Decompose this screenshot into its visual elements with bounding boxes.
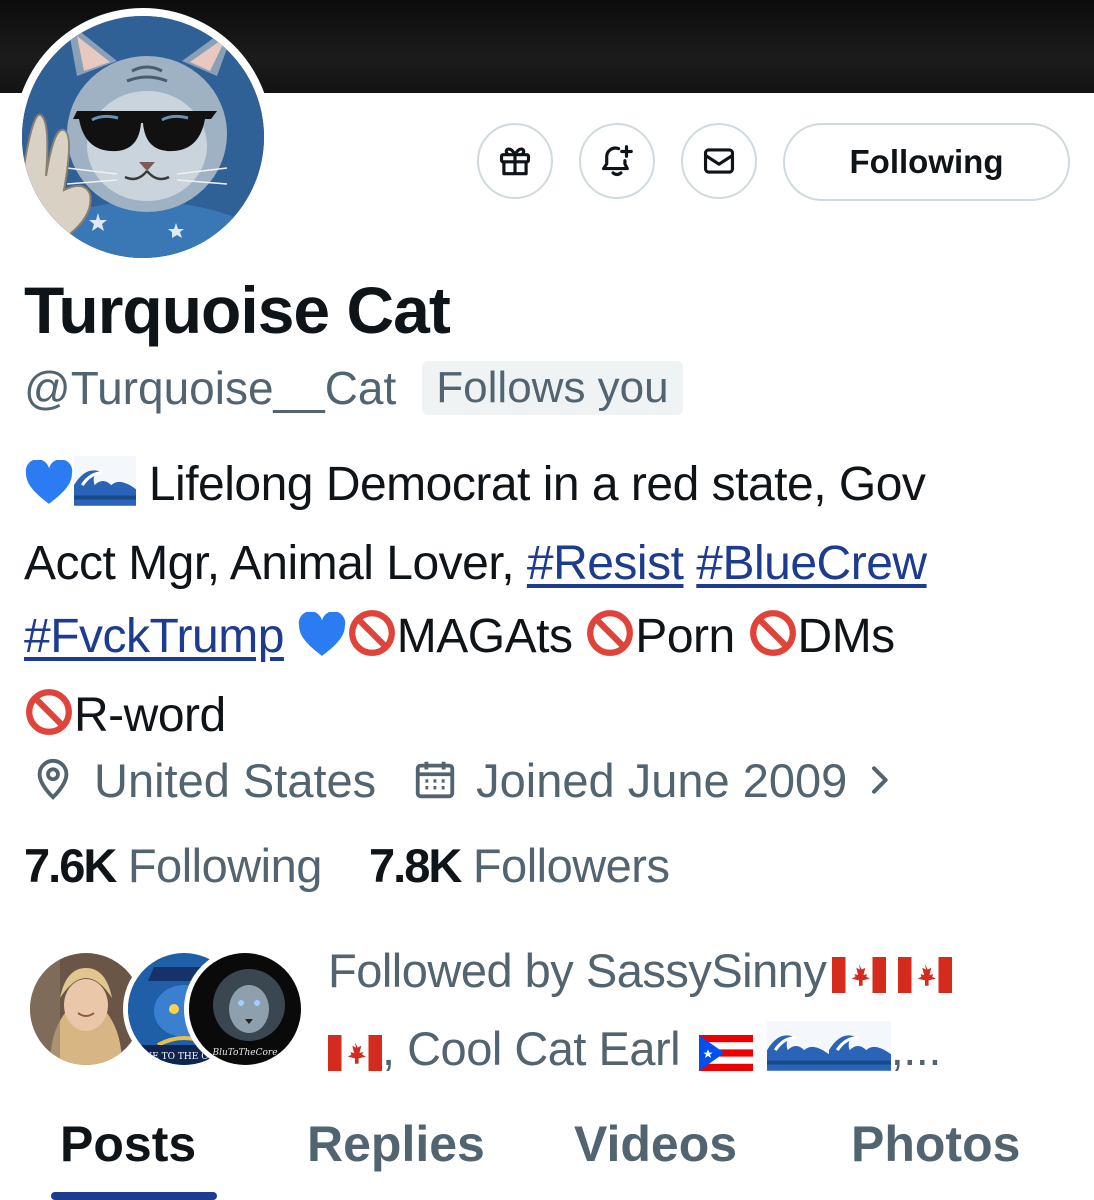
display-name: Turquoise Cat [24, 273, 451, 347]
lion-avatar: BluToTheCore [189, 953, 301, 1065]
bio-line-1: Lifelong Democrat in a red state, Gov [24, 448, 1084, 527]
followers-label: Followers [460, 839, 670, 892]
profile-tabs: Posts Replies Videos Photos [0, 1105, 1094, 1200]
location-text: United States [94, 753, 377, 807]
hashtag-fvcktrump-link[interactable]: #FvckTrump [24, 610, 284, 663]
prohibited-icon [585, 606, 635, 679]
followers-count: 7.8K [369, 839, 462, 892]
tab-replies[interactable]: Replies [307, 1115, 485, 1173]
follow-stats: 7.6K Following 7.8K Followers [24, 838, 670, 893]
canada-flag-icon [832, 941, 887, 1013]
followed-by-names: Followed by SassySinny [328, 944, 827, 997]
wave-icon [74, 454, 136, 527]
bio-line-2: Acct Mgr, Animal Lover, #Resist #BlueCre… [24, 527, 1084, 600]
followed-by-ellipsis: ,... [890, 1022, 942, 1075]
tab-posts[interactable]: Posts [60, 1115, 196, 1173]
gift-button[interactable] [477, 123, 553, 199]
blue-heart-icon [297, 606, 347, 679]
calendar-icon [416, 761, 455, 799]
following-stat[interactable]: 7.6K Following [24, 839, 322, 892]
avatar-caption: BluToTheCore [211, 1048, 277, 1058]
following-button[interactable]: Following [783, 123, 1070, 201]
canada-flag-icon [328, 1019, 382, 1091]
blue-heart-icon [24, 454, 74, 527]
active-tab-indicator [51, 1192, 217, 1200]
follows-you-badge: Follows you [422, 361, 683, 415]
bio-item-porn: Porn [635, 610, 748, 663]
followed-by-text[interactable]: Followed by SassySinny , Cool Cat Earl ,… [328, 935, 1088, 1091]
chevron-right-icon[interactable] [859, 760, 899, 800]
following-count: 7.6K [24, 839, 117, 892]
handle-row: @Turquoise__Cat Follows you [24, 358, 683, 418]
following-label: Following [115, 839, 323, 892]
bio-line-3: #FvckTrump MAGAts Porn DMs [24, 600, 1084, 679]
joined-date[interactable]: Joined June 2009 [476, 753, 847, 808]
message-envelope-icon [703, 148, 735, 174]
bio-text-2: Acct Mgr, Animal Lover, [24, 537, 527, 590]
profile-bio: Lifelong Democrat in a red state, Gov Ac… [24, 448, 1084, 758]
prohibited-icon [748, 606, 798, 679]
tab-videos[interactable]: Videos [574, 1115, 737, 1173]
followed-by-line-2: , Cool Cat Earl ,... [328, 1013, 1088, 1091]
followed-by-line-1: Followed by SassySinny [328, 935, 1088, 1013]
tab-photos[interactable]: Photos [851, 1115, 1020, 1173]
bio-text-1: Lifelong Democrat in a red state, Gov [136, 458, 926, 511]
message-button[interactable] [681, 123, 757, 199]
wave-icon [828, 1019, 891, 1091]
notification-bell-plus-icon [601, 145, 633, 177]
canada-flag-icon [898, 941, 953, 1013]
follower-avatar-3[interactable]: BluToTheCore [184, 948, 306, 1070]
hashtag-resist-link[interactable]: #Resist [527, 537, 684, 590]
wave-icon [766, 1019, 829, 1091]
followed-by-names-2: , Cool Cat Earl [382, 1022, 693, 1075]
bio-item-dms: DMs [797, 610, 896, 663]
bio-item-rword: R-word [74, 689, 226, 742]
bio-item-magats: MAGAts [396, 610, 586, 663]
location-pin-icon [37, 758, 69, 800]
hashtag-bluecrew-link[interactable]: #BlueCrew [696, 537, 927, 590]
followers-stat[interactable]: 7.8K Followers [369, 839, 670, 892]
profile-page: Following Turquoise Cat @Turquoise__Cat … [0, 0, 1094, 1200]
user-handle: @Turquoise__Cat [24, 362, 397, 414]
notifications-button[interactable] [579, 123, 655, 199]
bio-line-4: R-word [24, 679, 1084, 758]
puerto-rico-flag-icon [698, 1019, 753, 1091]
gift-icon [499, 147, 531, 176]
cat-with-sunglasses-image [22, 16, 264, 258]
profile-avatar[interactable] [22, 16, 264, 258]
profile-meta: United States Joined June 2009 [30, 748, 899, 812]
prohibited-icon [347, 606, 397, 679]
